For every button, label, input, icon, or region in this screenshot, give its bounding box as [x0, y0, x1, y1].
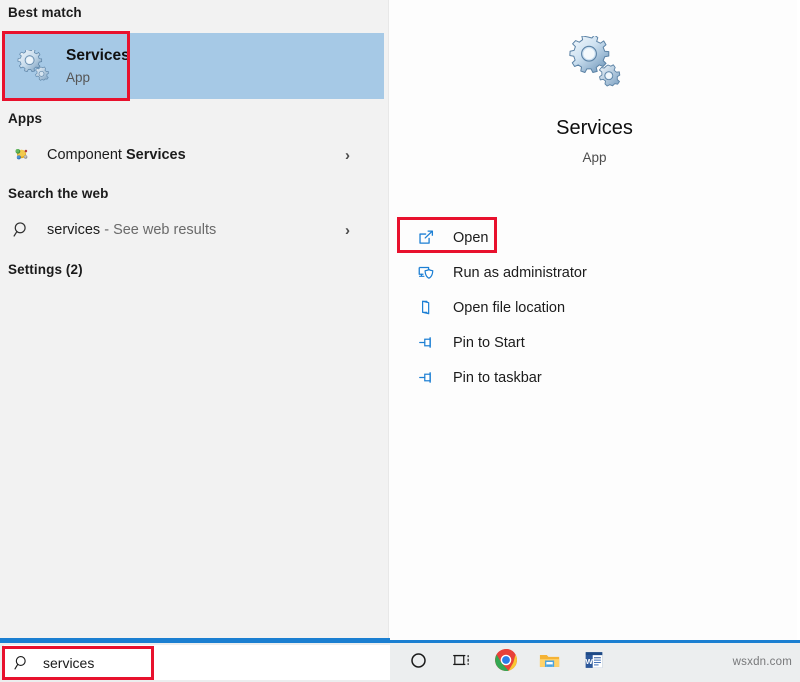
taskbar-button-group: W — [396, 643, 616, 682]
result-label-query: services — [47, 222, 101, 238]
result-label-bold: Services — [126, 147, 186, 163]
result-label-web-search: services - See web results — [47, 220, 216, 240]
pin-icon — [413, 367, 439, 389]
group-header-best-match: Best match — [8, 5, 82, 20]
result-label-suffix: - See web results — [100, 222, 217, 238]
result-label-component-services: Component Services — [47, 145, 186, 165]
windows-start-search-screen: Best match Services App Apps Component S… — [0, 0, 800, 682]
best-match-title: Services — [66, 46, 130, 64]
action-pin-to-start[interactable]: Pin to Start — [413, 325, 753, 360]
action-run-as-administrator[interactable]: Run as administrator — [413, 255, 753, 290]
word-icon: W — [583, 649, 605, 676]
pin-icon — [413, 332, 439, 354]
shield-monitor-icon — [413, 262, 439, 284]
action-pin-to-taskbar[interactable]: Pin to taskbar — [413, 360, 753, 395]
chevron-right-icon[interactable]: › — [345, 223, 350, 238]
app-preview-type: App — [582, 150, 607, 165]
result-label-prefix: Component — [47, 147, 126, 163]
cortana-button[interactable] — [396, 643, 440, 682]
taskbar-search-value: services — [43, 654, 95, 671]
group-header-settings: Settings (2) — [8, 262, 83, 277]
file-explorer-button[interactable] — [528, 643, 572, 682]
chrome-icon — [494, 648, 518, 677]
action-label-open-file-location: Open file location — [453, 299, 566, 316]
group-header-search-the-web: Search the web — [8, 186, 109, 201]
action-label-pin-to-start: Pin to Start — [453, 334, 525, 351]
folder-icon — [538, 649, 562, 676]
taskbar-search-input[interactable]: services — [4, 645, 390, 680]
app-preview-pane: Services App Open Run as administrator O… — [388, 0, 800, 640]
chevron-right-icon[interactable]: › — [345, 148, 350, 163]
action-label-open: Open — [453, 229, 489, 246]
action-label-run-as-administrator: Run as administrator — [453, 264, 587, 281]
search-icon — [11, 219, 33, 241]
group-header-apps: Apps — [8, 111, 43, 126]
svg-text:W: W — [586, 657, 594, 666]
services-gears-icon — [567, 34, 623, 88]
app-actions-list: Open Run as administrator Open file loca… — [413, 220, 753, 395]
task-view-button[interactable] — [440, 643, 484, 682]
search-results-pane: Best match Services App Apps Component S… — [0, 0, 388, 640]
open-external-icon — [413, 227, 439, 249]
start-menu-search-panel: Best match Services App Apps Component S… — [0, 0, 800, 640]
action-open[interactable]: Open — [413, 220, 753, 255]
result-row-web-search[interactable]: services - See web results › — [3, 210, 384, 250]
action-label-pin-to-taskbar: Pin to taskbar — [453, 369, 542, 386]
circle-icon — [409, 651, 428, 675]
chrome-button[interactable] — [484, 643, 528, 682]
taskbar: services W wsxdn.com — [0, 643, 800, 682]
best-match-result-services[interactable]: Services App — [3, 33, 384, 99]
result-row-component-services[interactable]: Component Services › — [3, 135, 384, 175]
app-preview-title: Services — [556, 117, 633, 139]
search-icon — [13, 654, 31, 672]
component-services-icon — [11, 144, 33, 166]
folder-icon — [413, 297, 439, 319]
services-gears-icon — [17, 48, 49, 82]
app-hero: Services App — [389, 0, 800, 166]
action-open-file-location[interactable]: Open file location — [413, 290, 753, 325]
word-button[interactable]: W — [572, 643, 616, 682]
best-match-text: Services App — [66, 46, 130, 87]
task-view-icon — [452, 650, 473, 675]
watermark: wsxdn.com — [732, 656, 792, 668]
best-match-subtitle: App — [66, 69, 91, 85]
